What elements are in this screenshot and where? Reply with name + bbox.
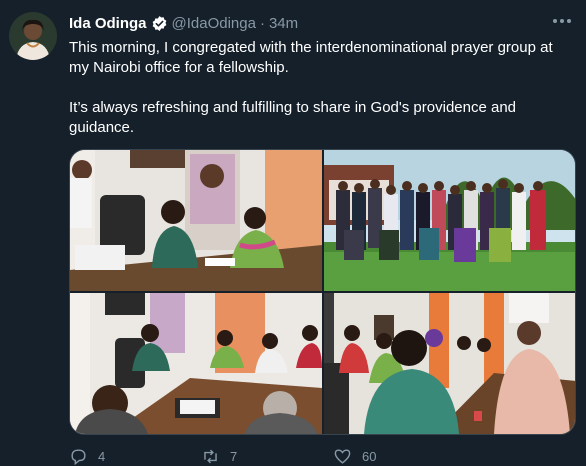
like-count: 60	[362, 448, 377, 464]
tweet-actions: 4 7 60	[69, 446, 489, 466]
more-options-icon[interactable]	[548, 11, 576, 31]
retweet-count: 7	[230, 448, 238, 464]
reply-button[interactable]: 4	[69, 447, 201, 466]
author-handle[interactable]: @IdaOdinga	[172, 15, 256, 32]
author-name[interactable]: Ida Odinga	[69, 15, 147, 32]
office-meeting-photo[interactable]	[70, 150, 322, 291]
tweet-header: Ida Odinga @IdaOdinga · 34m	[69, 13, 298, 33]
like-button[interactable]: 60	[333, 447, 465, 466]
retweet-button[interactable]: 7	[201, 447, 333, 466]
tweet-paragraph: It’s always refreshing and fulfilling to…	[69, 99, 517, 136]
conference-table-photo[interactable]	[70, 293, 322, 434]
heart-icon	[334, 448, 351, 464]
verified-badge-icon	[151, 15, 168, 32]
avatar[interactable]	[9, 12, 57, 60]
prayer-room-photo[interactable]	[324, 293, 575, 434]
tweet-text: This morning, I congregated with the int…	[69, 38, 569, 138]
separator-dot: ·	[259, 14, 265, 32]
tweet[interactable]: Ida Odinga @IdaOdinga · 34m This morning…	[0, 0, 586, 465]
tweet-paragraph: This morning, I congregated with the int…	[69, 39, 553, 76]
media-grid	[69, 149, 576, 435]
reply-count: 4	[98, 448, 106, 464]
timestamp[interactable]: 34m	[269, 15, 298, 32]
retweet-icon	[204, 449, 217, 463]
group-photo-garden[interactable]	[324, 150, 575, 291]
reply-icon	[71, 448, 86, 465]
